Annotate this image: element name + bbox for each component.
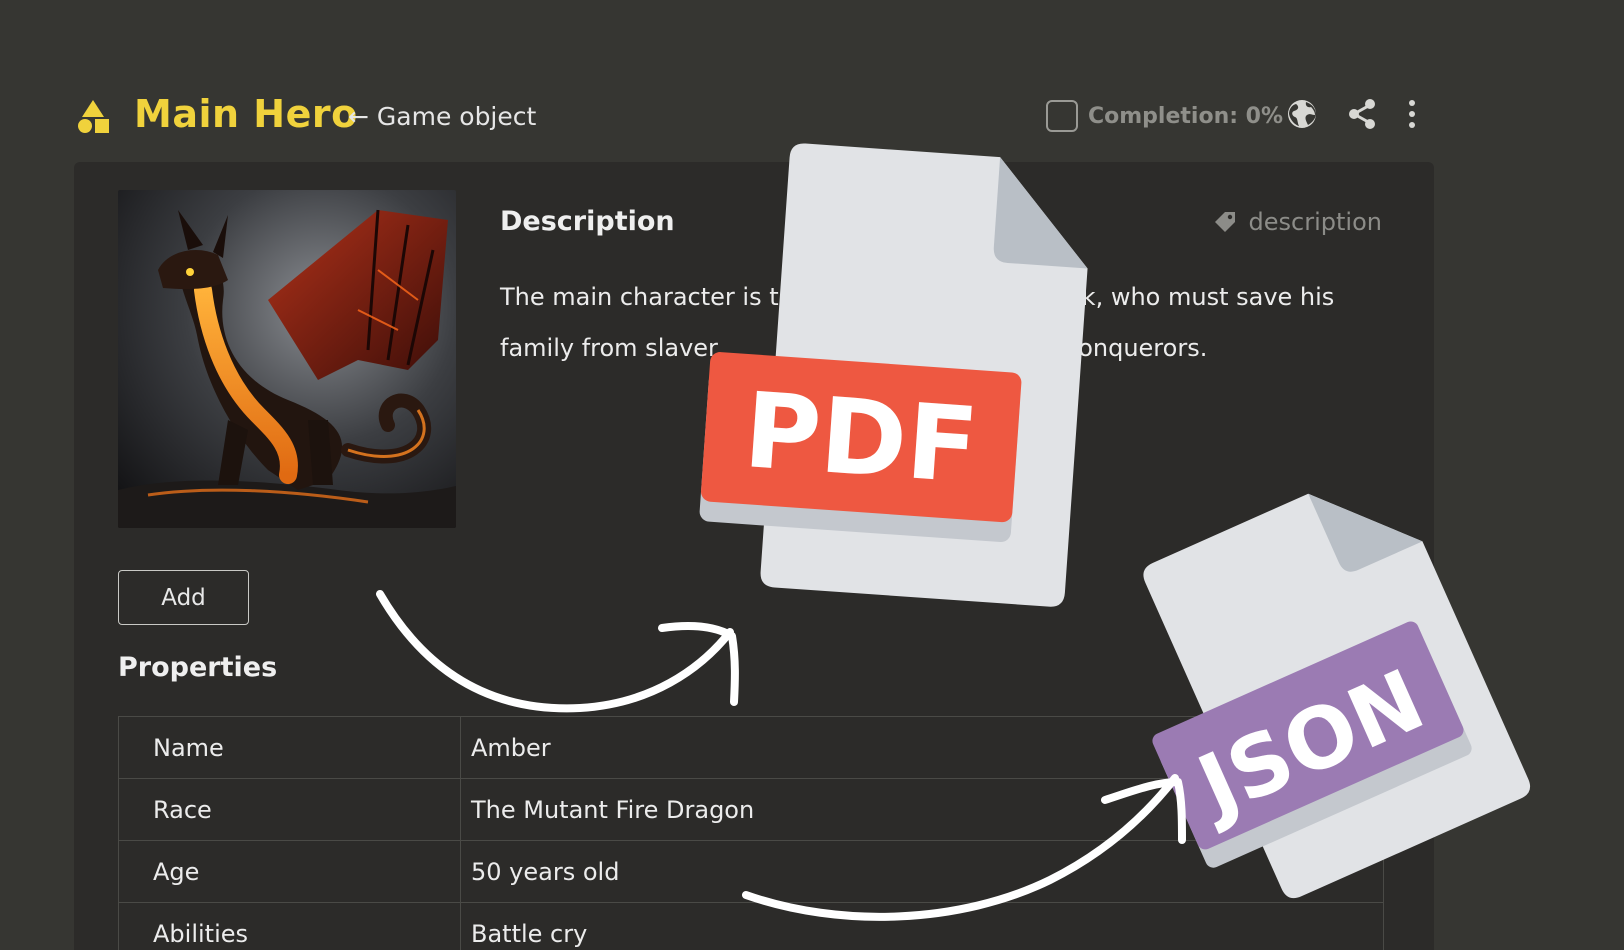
table-row[interactable]: Race The Mutant Fire Dragon bbox=[118, 778, 1384, 841]
description-tag-label: description bbox=[1248, 208, 1382, 236]
property-value[interactable]: The Mutant Fire Dragon bbox=[460, 778, 1384, 841]
completion-label: Completion: 0% bbox=[1088, 103, 1284, 129]
description-heading: Description bbox=[500, 206, 675, 237]
description-tag[interactable]: description bbox=[1213, 208, 1382, 236]
back-link-game-object[interactable]: ← Game object bbox=[348, 102, 536, 131]
more-vertical-icon[interactable] bbox=[1406, 98, 1418, 130]
properties-heading: Properties bbox=[118, 652, 278, 683]
add-button[interactable]: Add bbox=[118, 570, 249, 625]
property-value[interactable]: 50 years old bbox=[460, 840, 1384, 903]
completion-toggle[interactable]: Completion: 0% bbox=[1046, 98, 1283, 134]
completion-checkbox[interactable] bbox=[1046, 100, 1078, 132]
object-card: Description description The main charact… bbox=[74, 162, 1434, 950]
property-key: Race bbox=[118, 778, 461, 841]
globe-icon[interactable] bbox=[1286, 98, 1318, 130]
table-row[interactable]: Age 50 years old bbox=[118, 840, 1384, 903]
page: Main Hero ← Game object Completion: 0% D… bbox=[0, 0, 1624, 950]
dragon-image bbox=[118, 190, 456, 528]
description-text[interactable]: The main character is th ck, who must sa… bbox=[500, 272, 1370, 374]
property-key: Age bbox=[118, 840, 461, 903]
shapes-logo-icon bbox=[78, 100, 109, 133]
property-value[interactable]: Amber bbox=[460, 716, 1384, 779]
page-header: Main Hero ← Game object Completion: 0% bbox=[76, 88, 1426, 142]
page-title: Main Hero bbox=[134, 92, 358, 136]
property-key: Abilities bbox=[118, 902, 461, 950]
properties-table: Name Amber Race The Mutant Fire Dragon A… bbox=[118, 716, 1384, 950]
table-row[interactable]: Abilities Battle cry bbox=[118, 902, 1384, 950]
property-value[interactable]: Battle cry bbox=[460, 902, 1384, 950]
property-key: Name bbox=[118, 716, 461, 779]
hero-image[interactable] bbox=[118, 190, 456, 528]
tag-icon bbox=[1214, 212, 1235, 232]
table-row[interactable]: Name Amber bbox=[118, 716, 1384, 779]
share-icon[interactable] bbox=[1346, 98, 1378, 130]
